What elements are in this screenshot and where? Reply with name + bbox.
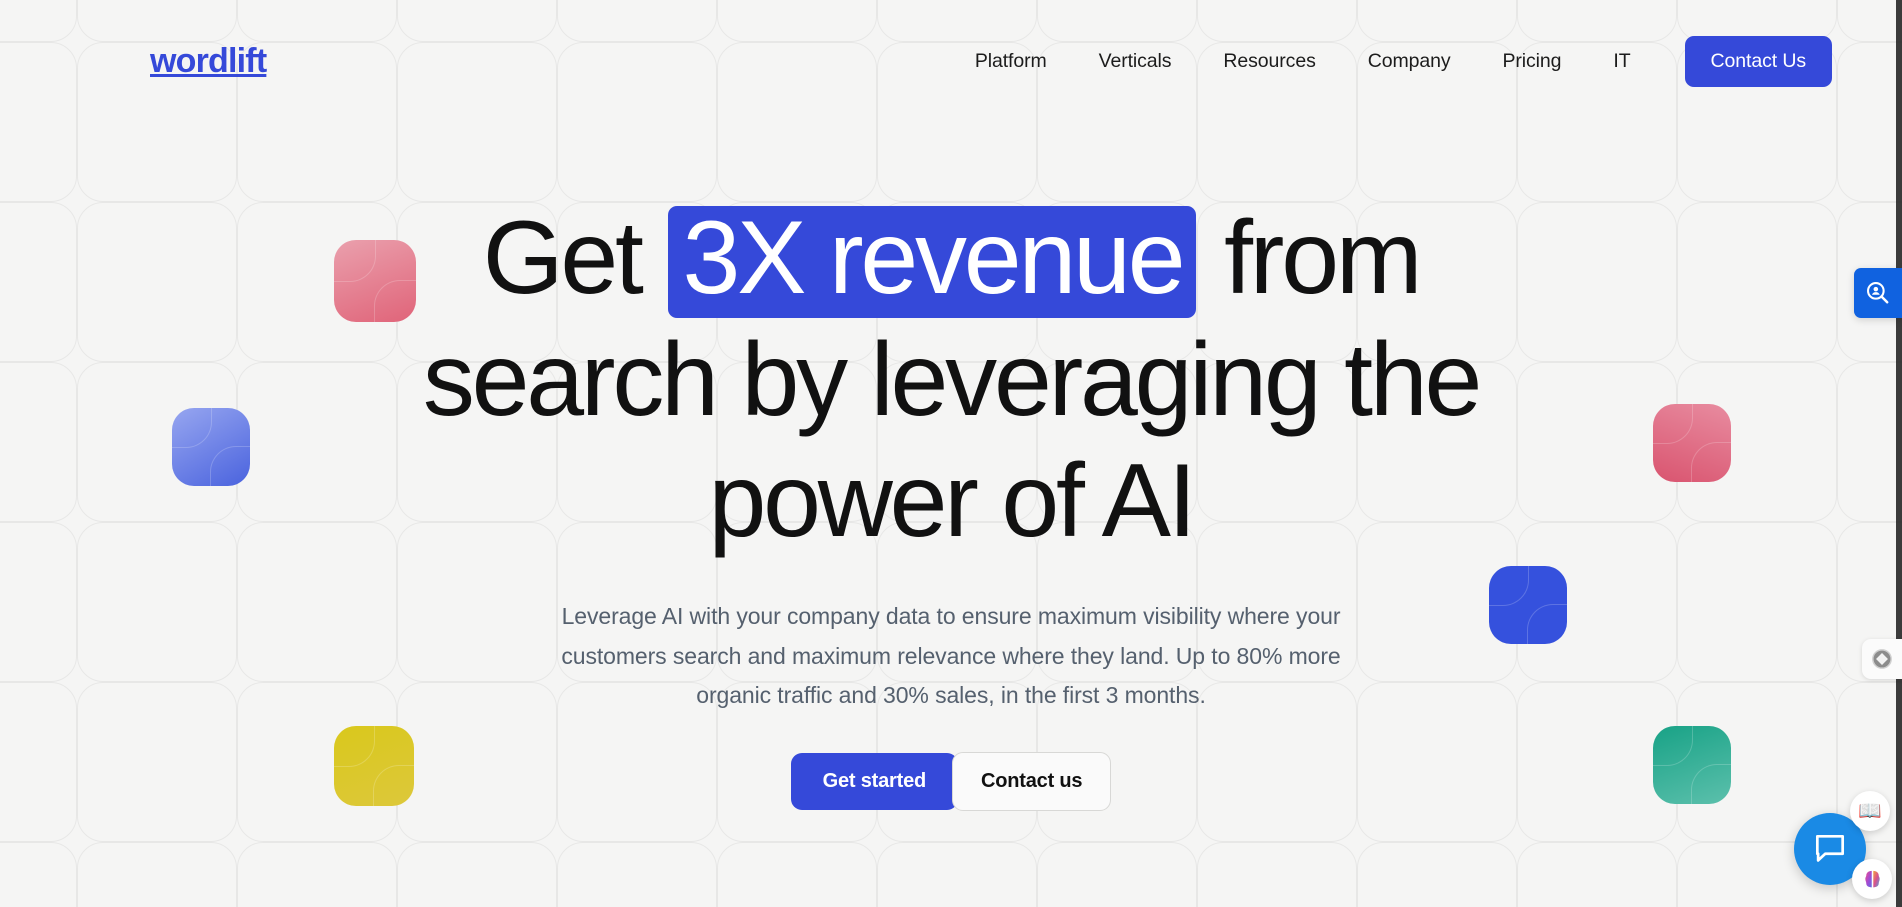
hero-actions: Get started Contact us [0,751,1902,811]
nav-item-platform[interactable]: Platform [949,50,1073,73]
contact-us-secondary-button[interactable]: Contact us [952,751,1112,811]
open-book-icon: 📖 [1858,800,1882,822]
documentation-badge-button[interactable]: 📖 [1850,791,1890,831]
grid-cell [397,842,557,907]
hero-title: Get 3X revenue from search by leveraging… [381,198,1521,563]
nav-item-company[interactable]: Company [1342,50,1477,73]
grid-cell [77,842,237,907]
nav-item-pricing[interactable]: Pricing [1477,50,1588,73]
edge-orb-widget[interactable] [1862,639,1902,679]
hero-title-highlight: 3X revenue [668,206,1197,318]
grid-cell [877,842,1037,907]
brain-icon [1864,870,1880,887]
orb-icon [1872,649,1892,669]
nav-item-language-it[interactable]: IT [1587,50,1656,73]
site-header: wordlift Platform Verticals Resources Co… [0,0,1902,122]
grid-cell [1357,842,1517,907]
grid-cell [717,842,877,907]
right-edge-strip [1896,0,1902,907]
contact-us-button[interactable]: Contact Us [1684,35,1832,87]
chat-bubble-icon [1815,834,1845,862]
logo-wordlift[interactable]: wordlift [150,42,267,81]
grid-cell [1037,842,1197,907]
hero-section: Get 3X revenue from search by leveraging… [0,122,1902,811]
hero-title-part1: Get [482,200,644,316]
edge-person-search-widget[interactable] [1854,268,1902,318]
hero-subtitle: Leverage AI with your company data to en… [561,603,1341,709]
main-navigation: Platform Verticals Resources Company Pri… [949,35,1832,87]
person-search-icon [1867,282,1889,304]
nav-item-verticals[interactable]: Verticals [1073,50,1198,73]
chat-widget-cluster: 📖 [1786,791,1894,903]
grid-cell [0,842,77,907]
grid-cell [1517,842,1677,907]
ai-brain-badge-button[interactable] [1852,859,1892,899]
get-started-button[interactable]: Get started [790,752,959,810]
grid-cell [1197,842,1357,907]
grid-cell [557,842,717,907]
nav-item-resources[interactable]: Resources [1197,50,1341,73]
grid-cell [237,842,397,907]
